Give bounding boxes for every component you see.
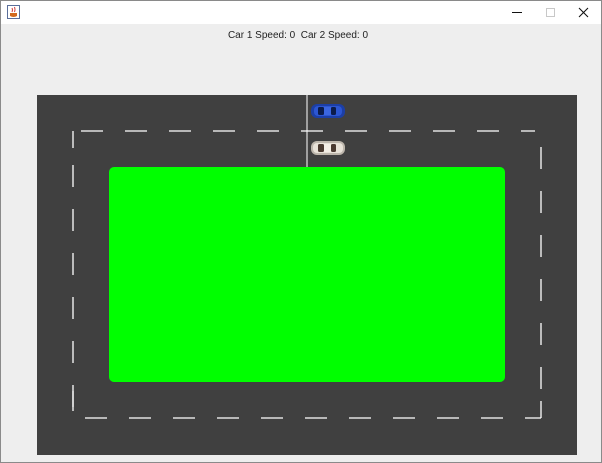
minimize-icon <box>512 12 522 13</box>
car-1 <box>311 104 345 118</box>
java-cup-icon <box>7 5 20 19</box>
game-panel: Car 1 Speed: 0 Car 2 Speed: 0 <box>1 24 601 462</box>
car-2 <box>311 141 345 155</box>
title-bar[interactable] <box>1 1 601 24</box>
close-button[interactable] <box>567 1 600 24</box>
maximize-button[interactable] <box>534 1 567 24</box>
close-icon <box>578 7 589 18</box>
infield-grass <box>109 167 505 382</box>
speed-readout: Car 1 Speed: 0 Car 2 Speed: 0 <box>227 30 369 41</box>
minimize-button[interactable] <box>501 1 534 24</box>
race-track <box>37 95 577 455</box>
game-window: Car 1 Speed: 0 Car 2 Speed: 0 <box>0 0 602 463</box>
maximize-icon <box>546 8 555 17</box>
